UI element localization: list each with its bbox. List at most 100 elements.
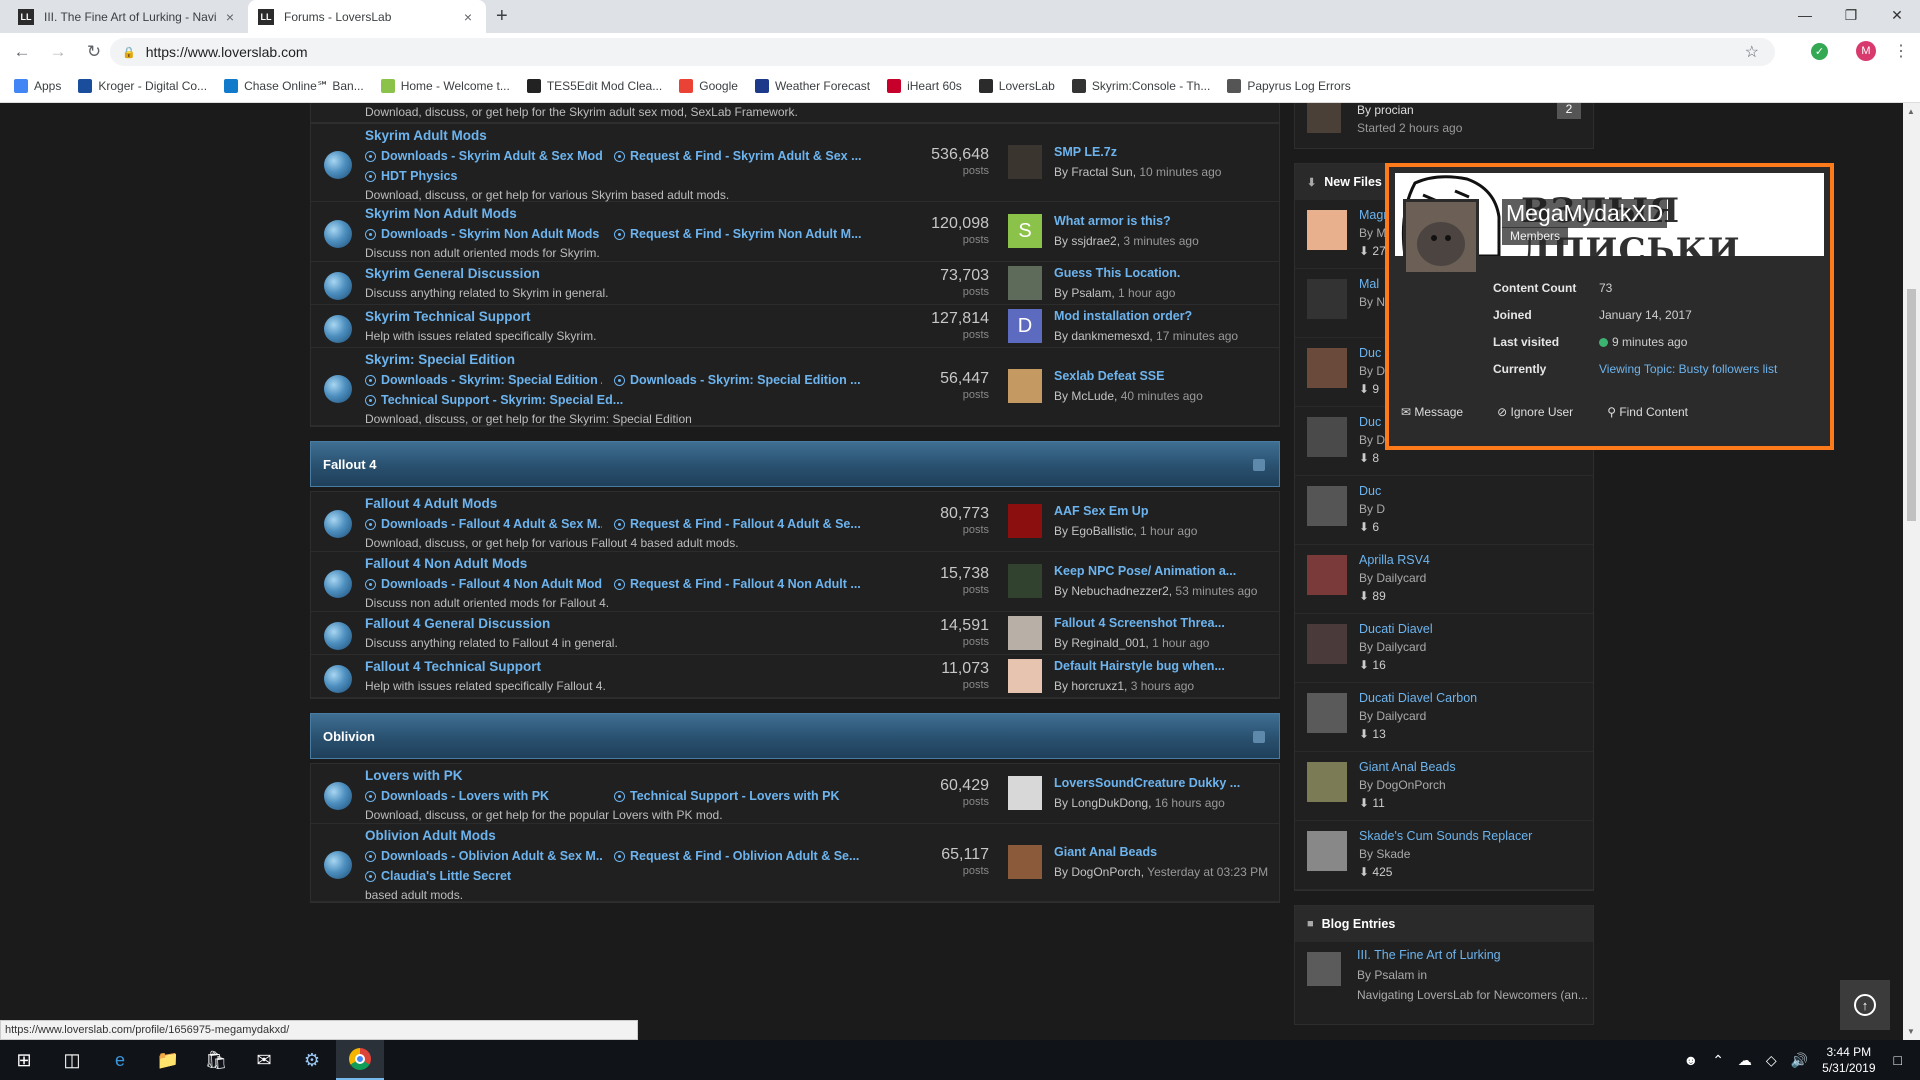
last-post-author[interactable]: By McLude [1054, 389, 1114, 403]
onedrive-icon[interactable]: ☁ [1738, 1052, 1752, 1069]
hovercard-username[interactable]: MegaMydakXD [1502, 199, 1668, 228]
bookmark-star-icon[interactable]: ☆ [1745, 42, 1759, 62]
bookmark-item[interactable]: Apps [14, 79, 61, 93]
last-post-author[interactable]: By LongDukDong [1054, 796, 1148, 810]
user-avatar[interactable] [1008, 369, 1042, 403]
file-title-link[interactable]: Duc [1359, 346, 1381, 360]
forum-title-link[interactable]: Skyrim: Special Edition [365, 350, 885, 370]
file-title-link[interactable]: Ducati Diavel Carbon [1359, 691, 1477, 705]
forum-title-link[interactable]: Fallout 4 Non Adult Mods [365, 554, 885, 574]
blog-entry-title[interactable]: III. The Fine Art of Lurking [1357, 948, 1501, 962]
bookmark-item[interactable]: iHeart 60s [887, 79, 962, 93]
message-button[interactable]: ✉ Message [1401, 405, 1480, 419]
last-post-title-link[interactable]: Fallout 4 Screenshot Threa... [1054, 616, 1225, 630]
last-post-author[interactable]: By Nebuchadnezzer2 [1054, 584, 1169, 598]
forum-title-link[interactable]: Skyrim General Discussion [365, 264, 885, 284]
file-thumbnail[interactable] [1307, 417, 1347, 457]
last-post-author[interactable]: By Psalam [1054, 286, 1111, 300]
user-avatar[interactable] [1008, 266, 1042, 300]
user-avatar[interactable] [1008, 145, 1042, 179]
collapse-icon[interactable] [1253, 731, 1265, 743]
last-post-title-link[interactable]: Giant Anal Beads [1054, 845, 1157, 859]
bookmark-item[interactable]: Home - Welcome t... [380, 79, 510, 93]
maximize-icon[interactable]: ❐ [1828, 0, 1874, 30]
file-title-link[interactable]: Ducati Diavel [1359, 622, 1433, 636]
store-icon[interactable]: 🛍 [192, 1040, 240, 1080]
file-thumbnail[interactable] [1307, 555, 1347, 595]
user-avatar[interactable] [1008, 659, 1042, 693]
file-thumbnail[interactable] [1307, 348, 1347, 388]
find-content-button[interactable]: ⚲ Find Content [1607, 405, 1705, 419]
subforum-link[interactable]: Request & Find - Oblivion Adult & Se... [614, 846, 859, 866]
last-post-author[interactable]: By Fractal Sun [1054, 165, 1133, 179]
chrome-icon[interactable] [336, 1040, 384, 1080]
bookmark-item[interactable]: Google [679, 79, 738, 93]
people-icon[interactable]: ☻ [1683, 1052, 1698, 1068]
steam-icon[interactable]: ⚙ [288, 1040, 336, 1080]
scroll-thumb[interactable] [1907, 289, 1916, 521]
file-title-link[interactable]: Duc [1359, 484, 1381, 498]
file-thumbnail[interactable] [1307, 486, 1347, 526]
forum-title-link[interactable]: Oblivion Adult Mods [365, 826, 885, 846]
subforum-link[interactable]: Downloads - Fallout 4 Adult & Sex M... [365, 514, 602, 534]
file-thumbnail[interactable] [1307, 693, 1347, 733]
system-clock[interactable]: 3:44 PM 5/31/2019 [1822, 1044, 1875, 1076]
file-thumbnail[interactable] [1307, 762, 1347, 802]
subforum-link[interactable]: Downloads - Skyrim Non Adult Mods [365, 224, 602, 244]
volume-icon[interactable]: 🔊 [1791, 1052, 1808, 1069]
close-window-icon[interactable]: ✕ [1874, 0, 1920, 30]
last-post-title-link[interactable]: Default Hairstyle bug when... [1054, 659, 1225, 673]
forum-title-link[interactable]: Fallout 4 Technical Support [365, 657, 885, 677]
last-post-title-link[interactable]: Mod installation order? [1054, 309, 1192, 323]
file-thumbnail[interactable] [1307, 210, 1347, 250]
forum-title-link[interactable]: Lovers with PK [365, 766, 885, 786]
page-scrollbar[interactable]: ▲ ▼ [1903, 103, 1920, 1040]
user-avatar[interactable] [1008, 776, 1042, 810]
subforum-link[interactable]: Request & Find - Skyrim Non Adult M... [614, 224, 862, 244]
file-item[interactable]: Skade's Cum Sounds Replacer By Skade ⬇ 425 [1295, 821, 1593, 890]
subforum-link[interactable]: Downloads - Skyrim Adult & Sex Mods [365, 146, 602, 166]
file-item[interactable]: Giant Anal Beads By DogOnPorch ⬇ 11 [1295, 752, 1593, 821]
currently-viewing-link[interactable]: Viewing Topic: Busty followers list [1599, 356, 1777, 383]
bookmark-item[interactable]: LoversLab [978, 79, 1055, 93]
tab-forums-loverslab[interactable]: LL Forums - LoversLab × [248, 0, 486, 33]
subforum-link[interactable]: Downloads - Skyrim: Special Edition A... [365, 370, 602, 390]
subforum-link[interactable]: Downloads - Fallout 4 Non Adult Mods [365, 574, 602, 594]
new-tab-icon[interactable]: + [496, 5, 508, 28]
subforum-link[interactable]: Technical Support - Skyrim: Special Ed..… [365, 390, 623, 410]
file-title-link[interactable]: Aprilla RSV4 [1359, 553, 1430, 567]
file-item[interactable]: Aprilla RSV4 By Dailycard ⬇ 89 [1295, 545, 1593, 614]
file-title-link[interactable]: Giant Anal Beads [1359, 760, 1456, 774]
menu-dots-icon[interactable]: ⋮ [1893, 41, 1909, 61]
mail-icon[interactable]: ✉ [240, 1040, 288, 1080]
file-item[interactable]: Ducati Diavel By Dailycard ⬇ 16 [1295, 614, 1593, 683]
last-post-title-link[interactable]: Guess This Location. [1054, 266, 1180, 280]
subforum-link[interactable]: Request & Find - Fallout 4 Adult & Se... [614, 514, 861, 534]
last-post-author[interactable]: By horcruxz1 [1054, 679, 1124, 693]
last-post-title-link[interactable]: AAF Sex Em Up [1054, 504, 1148, 518]
last-post-title-link[interactable]: LoversSoundCreature Dukky ... [1054, 776, 1240, 790]
subforum-link[interactable]: Downloads - Oblivion Adult & Sex M... [365, 846, 602, 866]
user-avatar[interactable] [1008, 616, 1042, 650]
bookmark-item[interactable]: Chase Online℠ Ban... [224, 79, 364, 93]
ignore-user-button[interactable]: ⊘ Ignore User [1497, 405, 1590, 419]
forum-title-link[interactable]: Skyrim Technical Support [365, 307, 885, 327]
user-avatar[interactable]: D [1008, 309, 1042, 343]
file-title-link[interactable]: Duc [1359, 415, 1381, 429]
windows-start-icon[interactable]: ⊞ [0, 1040, 48, 1080]
category-header-oblivion[interactable]: Oblivion [310, 713, 1280, 759]
close-tab-icon[interactable]: × [460, 9, 476, 25]
extension-check-icon[interactable]: ✓ [1811, 43, 1828, 60]
forum-title-link[interactable]: Fallout 4 General Discussion [365, 614, 885, 634]
tab-fine-art-of-lurking[interactable]: LL III. The Fine Art of Lurking - Navi × [8, 0, 248, 33]
category-header-fallout4[interactable]: Fallout 4 [310, 441, 1280, 487]
last-post-author[interactable]: By ssjdrae2 [1054, 234, 1117, 248]
forward-icon[interactable]: → [44, 38, 72, 66]
file-title-link[interactable]: Mal [1359, 277, 1379, 291]
blog-entry[interactable]: III. The Fine Art of Lurking By Psalam i… [1295, 942, 1593, 1026]
subforum-link[interactable]: HDT Physics [365, 166, 457, 186]
bookmark-item[interactable]: Kroger - Digital Co... [78, 79, 207, 93]
network-icon[interactable]: ◇ [1766, 1052, 1777, 1069]
scroll-down-icon[interactable]: ▼ [1907, 1027, 1915, 1036]
file-thumbnail[interactable] [1307, 279, 1347, 319]
